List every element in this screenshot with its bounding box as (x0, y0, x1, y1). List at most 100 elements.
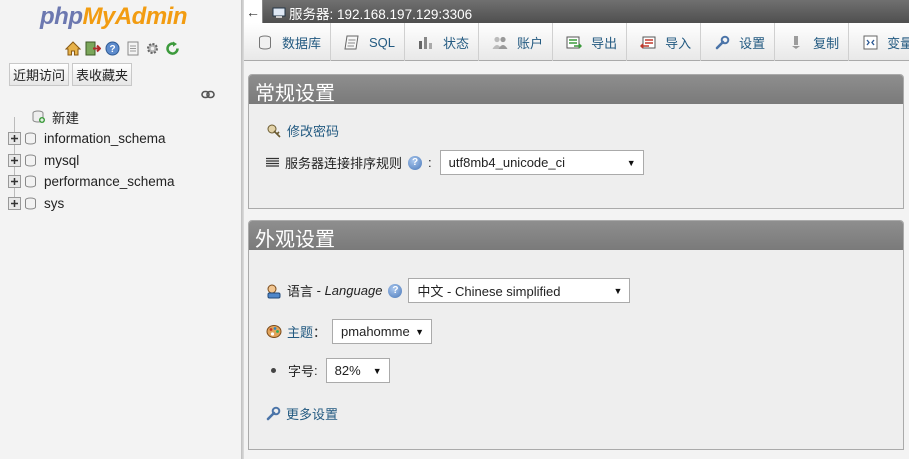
theme-colon: ： (313, 325, 327, 340)
list-icon (266, 157, 279, 168)
font-size-label: 字号 (288, 364, 315, 379)
theme-label-link[interactable]: 主题 (287, 322, 313, 341)
collation-help-icon[interactable]: ? (408, 155, 423, 170)
svg-text:?: ? (109, 44, 115, 55)
help-icon[interactable]: ? (104, 40, 121, 56)
replication-icon (788, 34, 804, 50)
more-settings-link[interactable]: 更多设置 (286, 404, 338, 423)
general-settings-title: 常规设置 (249, 75, 903, 105)
language-help-icon[interactable]: ? (388, 283, 403, 298)
tree-item-label[interactable]: sys (44, 196, 64, 211)
tab-label: 状态 (443, 35, 470, 51)
settings-icon (714, 34, 730, 50)
database-icon (257, 34, 273, 50)
tab-database[interactable]: 数据库 (244, 23, 332, 61)
tab-replication[interactable]: 复制 (775, 23, 850, 61)
tree-item-db[interactable]: performance_schema (8, 171, 175, 193)
tab-export[interactable]: 导出 (553, 23, 628, 61)
tree-item-new[interactable]: 新建 (8, 106, 175, 128)
font-size-selected: 82% (334, 363, 361, 378)
tab-sql[interactable]: SQL (331, 23, 406, 61)
language-label: 语言 (287, 284, 314, 299)
link-with-main-panel-icon[interactable] (201, 87, 215, 102)
reload-icon[interactable] (164, 40, 181, 56)
logo-php-text: php (40, 3, 83, 30)
font-size-select[interactable]: 82% ▼ (325, 358, 390, 383)
nav-buttons: 近期访问 表收藏夹 (9, 63, 133, 86)
variables-icon (862, 34, 878, 50)
theme-select[interactable]: pmahomme ▼ (332, 319, 433, 344)
import-icon (640, 34, 656, 50)
tree-item-label[interactable]: mysql (44, 153, 79, 168)
database-icon (24, 197, 37, 210)
recent-tables-button[interactable]: 近期访问 (9, 63, 70, 86)
tab-label: 设置 (739, 35, 766, 51)
theme-selected: pmahomme (341, 324, 410, 339)
main-tabs: 数据库 SQL 状态 账户 导出 导入 设置 复制 变量 (244, 23, 909, 61)
palette-icon (266, 324, 282, 339)
more-settings-row: 更多设置 (266, 404, 338, 423)
chevron-down-icon: ▼ (372, 365, 382, 376)
expand-icon[interactable] (8, 153, 21, 167)
chevron-down-icon: ▼ (626, 157, 636, 168)
tab-variables[interactable]: 变量 (849, 23, 909, 61)
server-icon (272, 7, 286, 19)
language-select[interactable]: 中文 - Chinese simplified ▼ (408, 278, 631, 303)
docs-icon[interactable] (124, 40, 141, 56)
wrench-icon (266, 406, 281, 421)
tree-item-db[interactable]: mysql (8, 149, 175, 171)
server-breadcrumb-link[interactable]: 服务器: 192.168.197.129:3306 (289, 3, 472, 23)
phpmyadmin-logo[interactable]: phpMyAdmin (40, 3, 187, 31)
breadcrumb: 服务器: 192.168.197.129:3306 (272, 3, 472, 23)
status-icon (418, 34, 434, 50)
tree-item-label[interactable]: 新建 (52, 107, 79, 127)
tab-accounts[interactable]: 账户 (479, 23, 554, 61)
chevron-down-icon: ▼ (415, 326, 425, 337)
sql-icon (344, 34, 360, 50)
tree-item-db[interactable]: sys (8, 193, 175, 215)
tab-label: SQL (369, 34, 396, 50)
font-size-row: 字号 : 82% ▼ (271, 358, 390, 383)
collation-row: 服务器连接排序规则 ? : utf8mb4_unicode_ci ▼ (266, 150, 644, 175)
tab-status[interactable]: 状态 (405, 23, 480, 61)
tab-label: 导入 (665, 35, 692, 51)
breadcrumb-bar: ← 服务器: 192.168.197.129:3306 (244, 0, 909, 23)
database-icon (24, 132, 37, 145)
home-icon[interactable] (64, 40, 81, 56)
chevron-down-icon: ▼ (613, 285, 623, 296)
language-row: 语言 - Language ? 中文 - Chinese simplified … (266, 278, 631, 303)
expand-icon[interactable] (8, 197, 21, 211)
tab-import[interactable]: 导入 (627, 23, 702, 61)
tree-item-db[interactable]: information_schema (8, 128, 175, 150)
tab-label: 导出 (591, 35, 618, 51)
language-separator: - (313, 283, 325, 298)
tree-item-label[interactable]: performance_schema (44, 174, 175, 189)
tree-item-label[interactable]: information_schema (44, 131, 166, 146)
change-password-row: 修改密码 (266, 121, 339, 140)
tab-label: 数据库 (282, 35, 322, 51)
settings-icon[interactable] (144, 40, 161, 56)
theme-row: 主题 ： pmahomme ▼ (266, 319, 433, 344)
tab-settings[interactable]: 设置 (701, 23, 776, 61)
collapse-nav-button[interactable]: ← (244, 0, 263, 23)
collation-select[interactable]: utf8mb4_unicode_ci ▼ (439, 150, 644, 175)
navigation-panel: phpMyAdmin ? 近期访问 表收藏夹 新建 information_sch… (0, 0, 241, 459)
collation-selected: utf8mb4_unicode_ci (448, 155, 565, 170)
language-english-label: Language (324, 283, 383, 298)
tab-label: 账户 (517, 35, 544, 51)
export-icon (566, 34, 583, 50)
expand-icon[interactable] (8, 175, 21, 189)
database-tree: 新建 information_schemamysql performance_sch… (8, 106, 175, 214)
change-password-link[interactable]: 修改密码 (287, 121, 339, 140)
language-icon (266, 283, 282, 299)
database-icon (24, 175, 37, 188)
exit-icon[interactable] (84, 40, 101, 56)
nav-resizer[interactable] (241, 0, 244, 459)
general-settings-panel: 常规设置 修改密码 服务器连接排序规则 ? : utf8mb4_unicode_… (248, 74, 904, 209)
favorite-tables-button[interactable]: 表收藏夹 (72, 63, 133, 86)
collation-label: 服务器连接排序规则 (285, 156, 403, 171)
expand-icon[interactable] (8, 132, 21, 146)
new-database-icon (32, 110, 45, 124)
tab-label: 变量 (887, 35, 909, 51)
bullet-icon (271, 368, 276, 373)
